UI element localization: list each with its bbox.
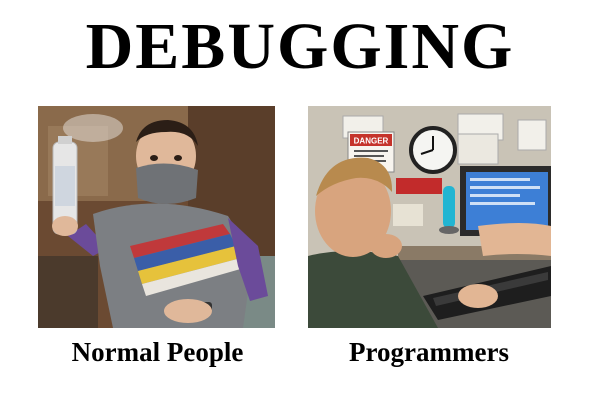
normal-people-photo: [38, 106, 275, 328]
danger-sign-text: DANGER: [354, 137, 389, 146]
programmers-illustration: DANGER: [308, 106, 551, 328]
meme-title: DEBUGGING: [85, 10, 515, 83]
normal-people-illustration: [38, 106, 275, 328]
caption-programmers: Programmers: [349, 337, 509, 367]
programmers-photo: DANGER: [308, 106, 551, 328]
caption-normal-people: Normal People: [71, 337, 244, 367]
